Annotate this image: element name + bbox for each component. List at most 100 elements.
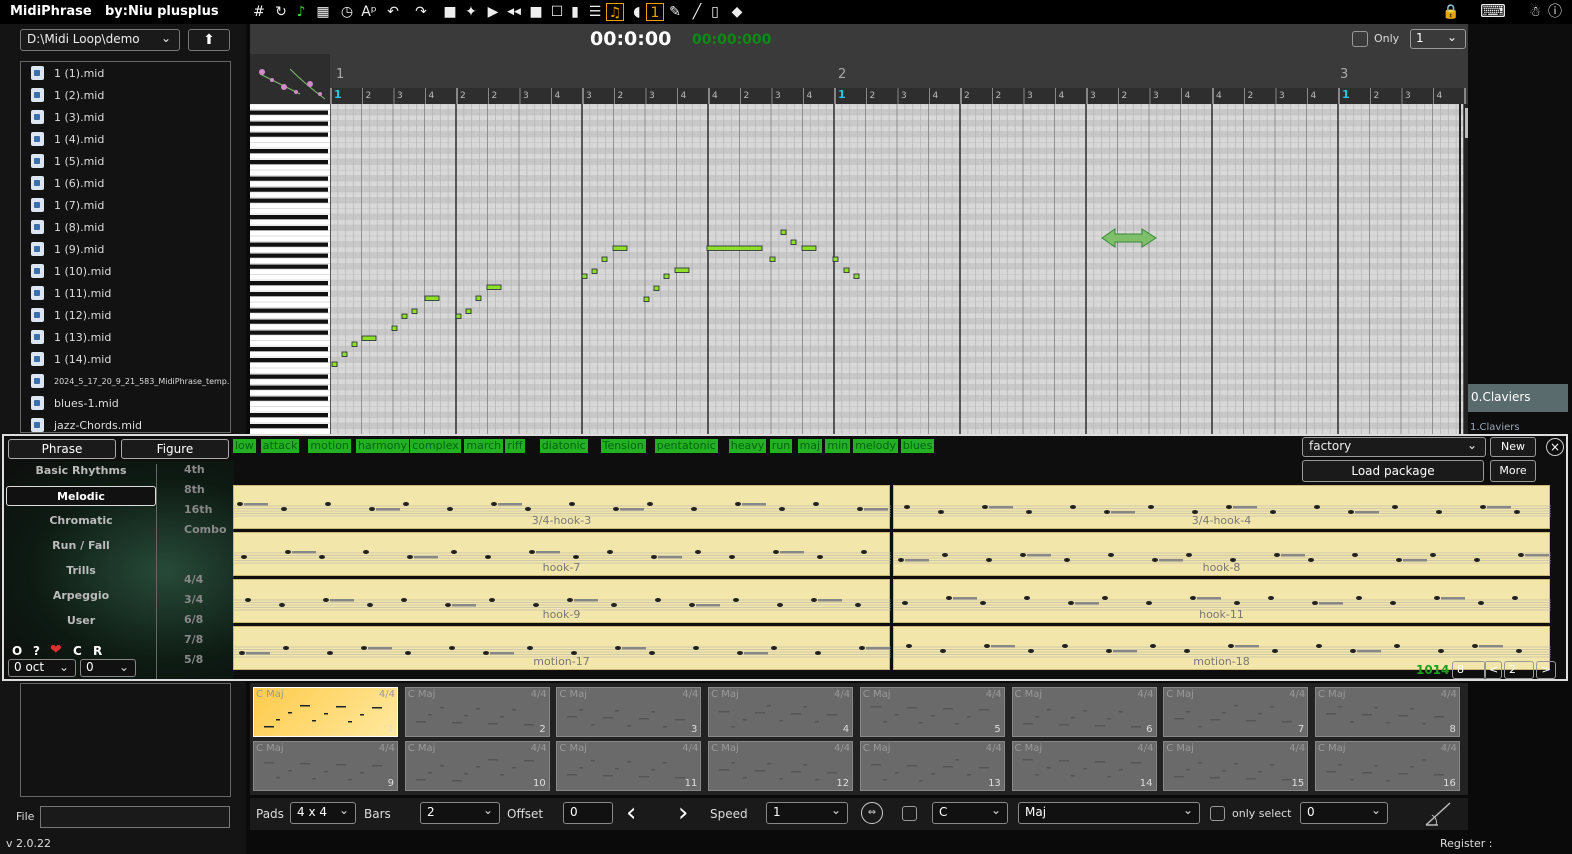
speaker-icon[interactable]: ◖ [628,3,646,21]
package-select[interactable]: factory ⌄ [1302,437,1486,457]
file-item[interactable]: 1 (4).mid [21,128,230,150]
pad-9[interactable]: C Maj 4/4 9 [253,741,398,791]
meter-7-8[interactable]: 7/8 [184,633,203,646]
note-icon[interactable]: ♪ [292,3,310,21]
paint-icon[interactable]: ✦ [462,3,480,21]
tag-maj[interactable]: maj [797,439,823,453]
play-icon[interactable]: ▶ [484,3,502,21]
file-item[interactable]: jazz-Chords.mid [21,414,230,432]
file-item[interactable]: 1 (8).mid [21,216,230,238]
category-chromatic[interactable]: Chromatic [6,511,156,531]
only-checkbox[interactable] [1352,31,1368,47]
meter-6-8[interactable]: 6/8 [184,613,203,626]
file-item[interactable]: 1 (11).mid [21,282,230,304]
file-item[interactable]: blues-1.mid [21,392,230,414]
pad-4[interactable]: C Maj 4/4 4 [708,687,854,737]
bars-select[interactable]: 2 ⌄ [420,802,500,824]
stop-icon[interactable]: ■ [527,3,545,21]
tag-run[interactable]: run [769,439,793,453]
phrase-card[interactable]: hook-11 [893,579,1551,623]
meter-Combo[interactable]: Combo [184,523,227,536]
text-ap-icon[interactable]: Aᵖ [360,3,378,21]
only-select-checkbox[interactable] [1210,806,1225,821]
file-item[interactable]: 1 (6).mid [21,172,230,194]
record-icon[interactable]: ■ [441,3,459,21]
last-select[interactable]: 0 ⌄ [1300,802,1388,824]
only-track-select[interactable]: 1 ⌄ [1410,29,1466,49]
meter-5-8[interactable]: 5/8 [184,653,203,666]
pad-10[interactable]: C Maj 4/4 10 [404,741,550,791]
category-user[interactable]: User [6,611,156,631]
pad-grid-icon[interactable]: ▦ [314,3,332,21]
tag-melody[interactable]: melody [853,439,898,453]
file-item[interactable]: 1 (1).mid [21,62,230,84]
tag-riff[interactable]: riff [505,439,525,453]
pad-6[interactable]: C Maj 4/4 6 [1011,687,1157,737]
next-page-button[interactable]: > [1536,661,1556,679]
one-icon[interactable]: 1 [646,3,664,21]
file-item[interactable]: 1 (9).mid [21,238,230,260]
file-item[interactable]: 1 (12).mid [21,304,230,326]
file-item[interactable]: 1 (7).mid [21,194,230,216]
checkbox-icon[interactable]: ☐ [548,3,566,21]
tag-icon[interactable]: ◆ [728,3,746,21]
tab-phrase[interactable]: Phrase [8,439,116,459]
page-number-box[interactable]: 2 [1504,661,1534,679]
tag-motion[interactable]: motion [308,439,351,453]
note-grid[interactable] [330,104,1464,434]
doc-icon[interactable]: ▮ [566,3,584,21]
meter-4th[interactable]: 4th [184,463,205,476]
tag-pentatonic[interactable]: pentatonic [654,439,718,453]
pen-icon[interactable]: ✎ [666,3,684,21]
meter-3-4[interactable]: 3/4 [184,593,203,606]
piano-keys[interactable] [250,104,330,434]
chevron-right-icon[interactable]: › [678,798,688,828]
keyboard-icon[interactable]: ⌨ [1470,3,1516,21]
tag-low[interactable]: low [233,439,256,453]
file-item[interactable]: 1 (2).mid [21,84,230,106]
rewind-icon[interactable]: ◀◀ [505,3,523,21]
file-name-input[interactable] [40,806,230,828]
folder-select[interactable]: D:\Midi Loop\demo ⌄ [20,29,180,51]
pad-8[interactable]: C Maj 4/4 8 [1314,687,1460,737]
file-item[interactable]: 1 (3).mid [21,106,230,128]
tag-heavy[interactable]: heavy [728,439,767,453]
page-icon[interactable]: ▯ [706,3,724,21]
tab-figure[interactable]: Figure [121,439,229,459]
category-run-fall[interactable]: Run / Fall [6,536,156,556]
list-icon[interactable]: ☰ [586,3,604,21]
person-icon[interactable]: ☃ [1526,3,1544,21]
speed-select[interactable]: 1 ⌄ [766,802,848,824]
lock-icon[interactable]: 🔒 [1442,3,1460,21]
scale-select[interactable]: Maj ⌄ [1018,802,1200,824]
control-question[interactable]: ? [33,644,40,658]
pad-12[interactable]: C Maj 4/4 12 [708,741,854,791]
load-package-button[interactable]: Load package [1302,460,1484,482]
octave-select[interactable]: 0 oct ⌄ [8,659,76,677]
timeline-ruler[interactable]: 1231234223432344234123422343234423412342 [330,54,1474,104]
pad-14[interactable]: C Maj 4/4 14 [1011,741,1157,791]
control-o[interactable]: O [12,644,22,658]
prev-page-button[interactable]: < [1484,661,1502,679]
clock-icon[interactable]: ◷ [338,3,356,21]
key-select[interactable]: C ⌄ [932,802,1008,824]
meter-4-4[interactable]: 4/4 [184,573,203,586]
redo-circle-icon[interactable]: ↻ [272,3,290,21]
more-button[interactable]: More [1490,460,1536,482]
phrase-card[interactable]: hook-7 [233,532,891,576]
grid-icon[interactable]: # [250,3,268,21]
page-size-box[interactable]: 8 [1452,661,1486,679]
metronome-icon[interactable]: ♫ [606,3,624,21]
file-item[interactable]: 1 (14).mid [21,348,230,370]
category-melodic[interactable]: Melodic [6,486,156,506]
tag-attack[interactable]: attack [260,439,300,453]
key-lock-checkbox[interactable] [902,806,917,821]
meter-16th[interactable]: 16th [184,503,212,516]
info-icon[interactable]: ⓘ [1546,3,1564,21]
file-item[interactable]: 1 (5).mid [21,150,230,172]
control-c[interactable]: C [73,644,82,658]
file-item[interactable]: 2024_5_17_20_9_21_583_MidiPhrase_temp.mi… [21,370,230,392]
tag-complex[interactable]: complex [410,439,461,453]
category-trills[interactable]: Trills [6,561,156,581]
pad-13[interactable]: C Maj 4/4 13 [859,741,1005,791]
